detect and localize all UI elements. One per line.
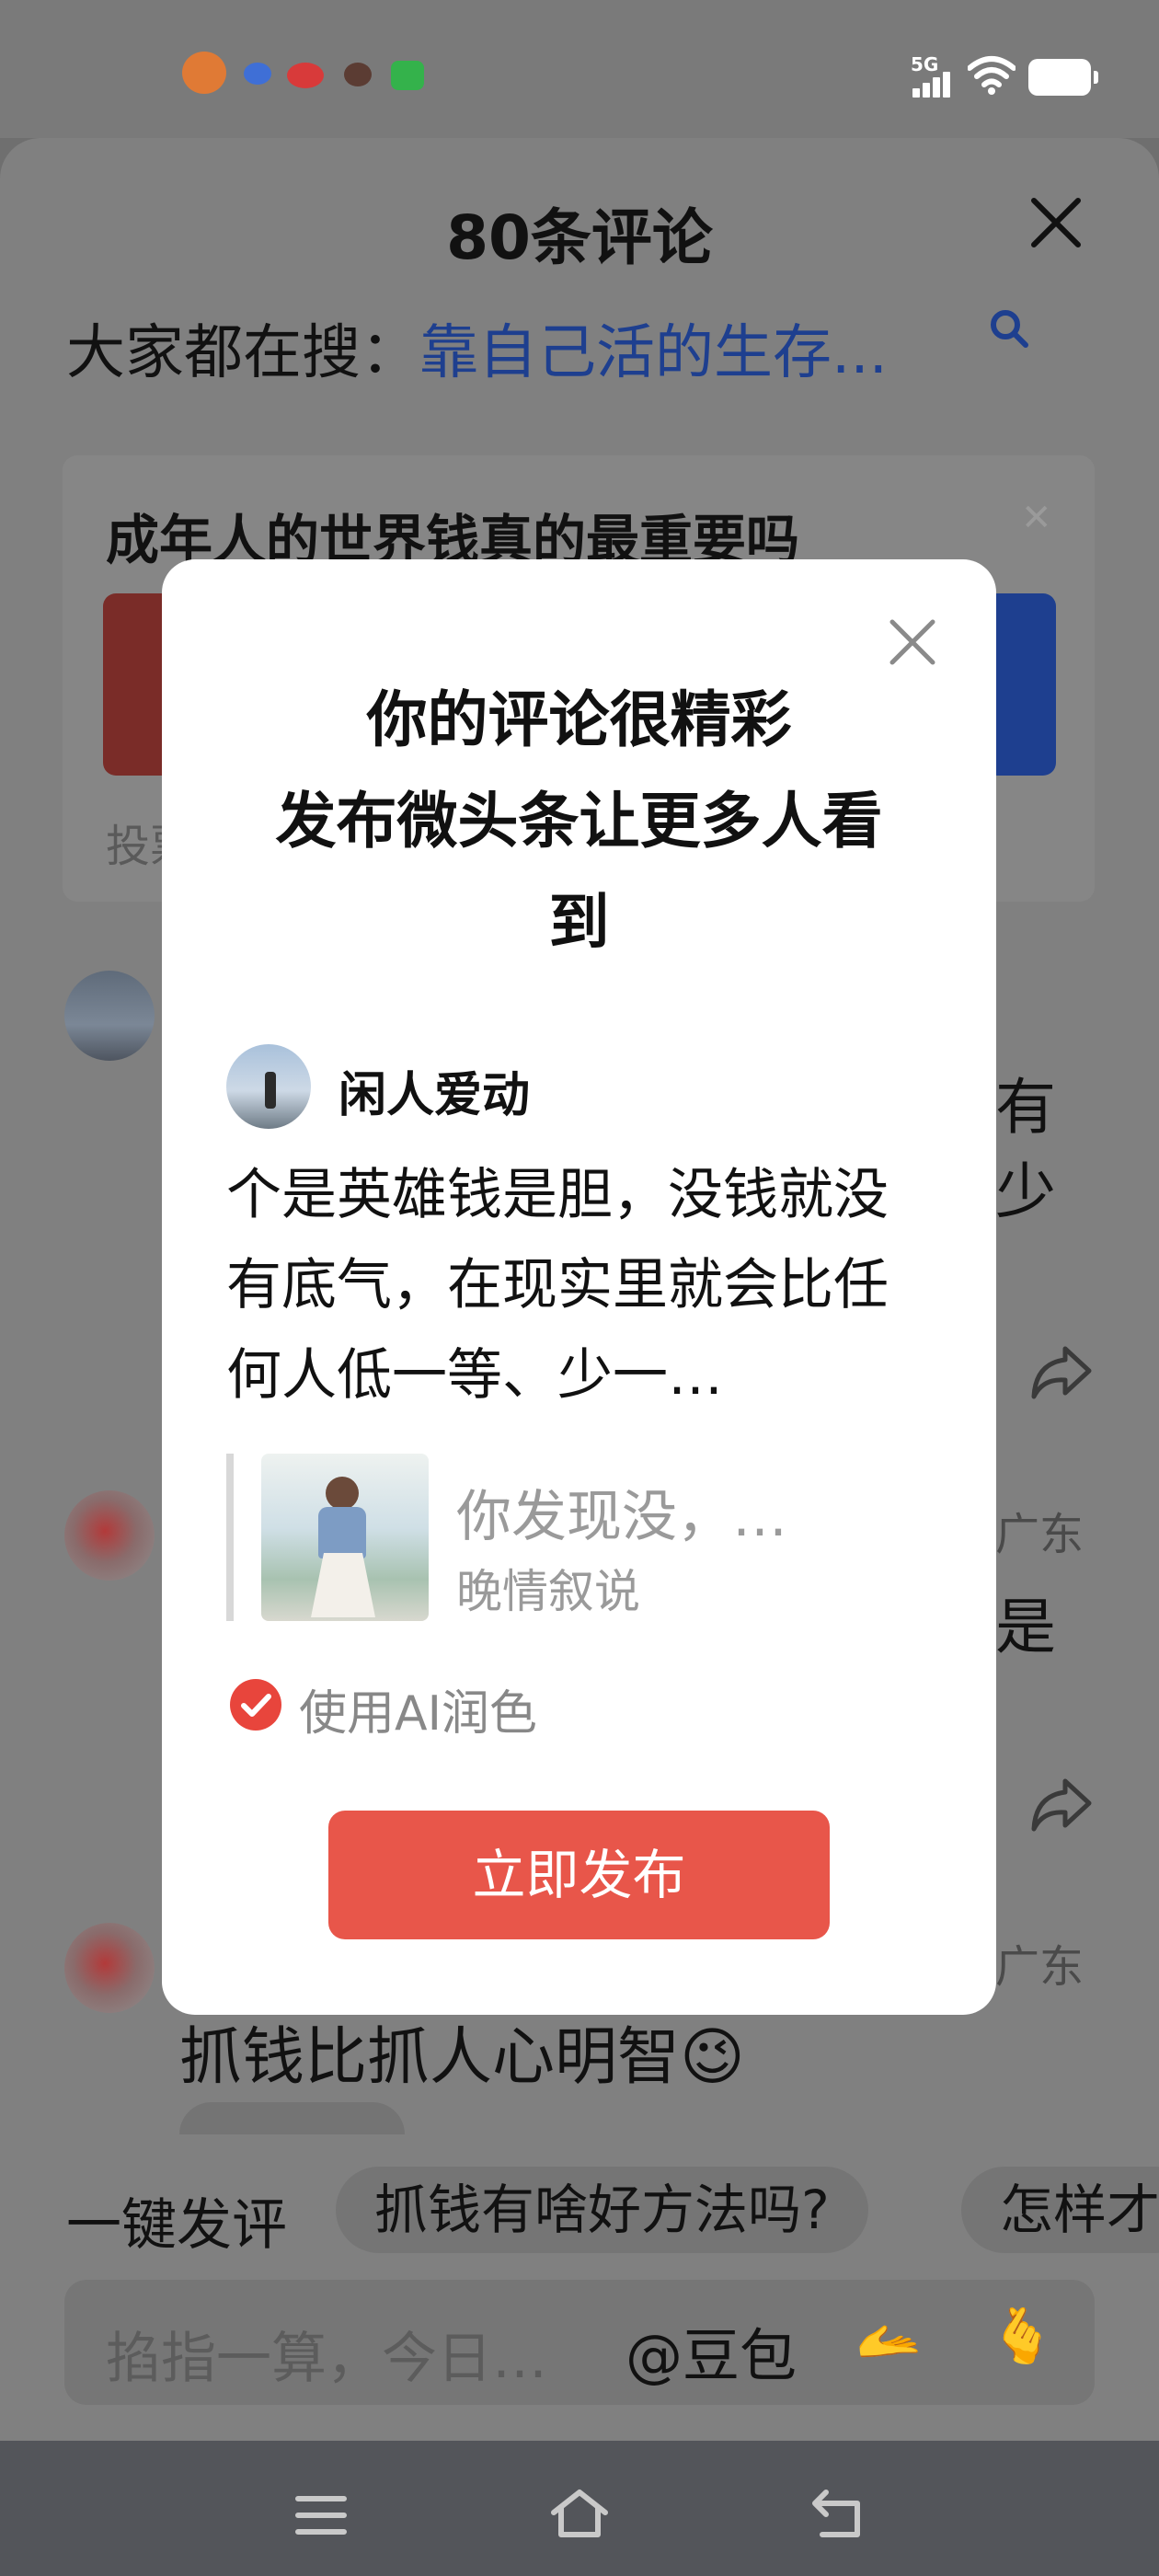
username: 闲人爱动 xyxy=(339,1068,531,1123)
trending-search-query[interactable]: 靠自己活的生存... xyxy=(419,319,888,387)
battery-icon xyxy=(1028,59,1098,96)
comment-fragment: 少 xyxy=(995,1156,1056,1227)
dialog-title-line: 你的评论很精彩 xyxy=(366,684,792,755)
dialog-title: 你的评论很精彩 发布微头条让更多人看 到 xyxy=(162,670,996,973)
app-notification-icon xyxy=(287,63,324,88)
quote-divider xyxy=(226,1454,234,1621)
signal-icon xyxy=(912,72,953,98)
app-notification-icon xyxy=(182,52,226,94)
system-nav-bar xyxy=(0,2441,1159,2576)
trending-search[interactable]: 大家都在搜：靠自己活的生存... xyxy=(66,305,888,390)
comment-fragment: 是 xyxy=(995,1592,1056,1662)
quick-comment-label: 一键发评 xyxy=(66,2193,287,2258)
article-title: 你发现没，… xyxy=(456,1485,787,1549)
dialog-title-line: 发布微头条让更多人看 xyxy=(275,786,883,857)
wink-emoji: 😉 xyxy=(680,2021,745,2094)
status-bar: 5G xyxy=(0,0,1159,138)
check-icon xyxy=(241,1694,271,1717)
search-icon[interactable] xyxy=(989,308,1029,349)
comment-text: 抓钱比抓人心明智😉 xyxy=(179,2006,745,2097)
ai-polish-label: 使用AI润色 xyxy=(299,1686,537,1742)
avatar[interactable] xyxy=(64,971,155,1061)
app-notification-icon xyxy=(391,61,424,90)
close-icon[interactable] xyxy=(885,615,940,670)
comment-region: 广东 xyxy=(995,1509,1084,1560)
share-icon[interactable] xyxy=(1028,1343,1095,1402)
comment-region: 广东 xyxy=(995,1941,1084,1993)
publish-button[interactable]: 立即发布 xyxy=(328,1811,830,1939)
avatar[interactable] xyxy=(64,1490,155,1581)
emoji-button[interactable]: 🫰 xyxy=(989,2305,1055,2368)
article-author: 晚情叙说 xyxy=(456,1565,640,1618)
avatar xyxy=(226,1044,311,1129)
app-notification-icon xyxy=(344,63,372,86)
emoji-button[interactable]: 🫴 xyxy=(855,2309,922,2373)
wifi-icon xyxy=(968,56,1016,95)
home-icon[interactable] xyxy=(548,2487,611,2540)
sheet-title: 80条评论 xyxy=(446,202,713,273)
comment-input-placeholder: 掐指一算，今日… xyxy=(106,2327,547,2391)
share-icon[interactable] xyxy=(1028,1776,1095,1834)
doubao-mention-button[interactable]: @豆包 xyxy=(625,2309,797,2392)
back-icon[interactable] xyxy=(809,2487,865,2540)
comment-preview-text: 个是英雄钱是胆，没钱就没有底气，在现实里就会比任何人低一等、少一… xyxy=(226,1163,889,1408)
trending-search-label: 大家都在搜： xyxy=(66,319,419,387)
comment-text-body: 抓钱比抓人心明智 xyxy=(179,2021,681,2094)
quick-comment-chip[interactable]: 抓钱有啥好方法吗? xyxy=(336,2167,868,2253)
close-icon[interactable] xyxy=(1028,195,1084,250)
avatar[interactable] xyxy=(64,1923,155,2013)
ai-polish-checkbox[interactable] xyxy=(230,1679,281,1731)
comment-fragment: 有 xyxy=(995,1072,1056,1143)
menu-icon[interactable] xyxy=(294,2493,348,2537)
article-thumbnail xyxy=(261,1454,429,1621)
app-notification-icon xyxy=(244,63,271,85)
quick-comment-chip[interactable]: 怎样才 xyxy=(961,2167,1159,2253)
dialog-title-line: 到 xyxy=(548,887,610,958)
close-icon[interactable]: ✕ xyxy=(1021,497,1052,539)
